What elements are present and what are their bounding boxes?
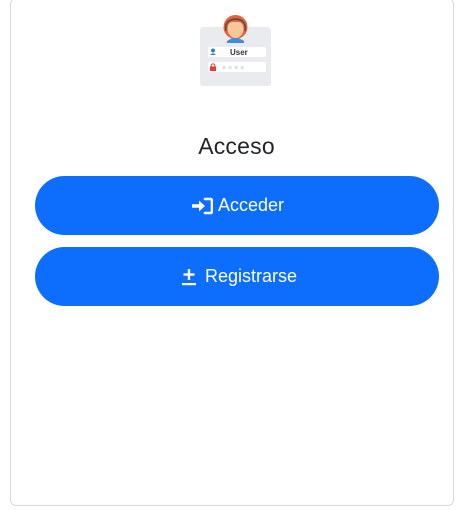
logo-user-text: User <box>230 48 248 57</box>
sign-in-icon <box>190 196 214 216</box>
login-button-label: Acceder <box>217 195 285 215</box>
login-button[interactable]: Acceder <box>35 176 439 235</box>
register-button[interactable]: Registrarse <box>35 247 439 306</box>
register-button-label: Registrarse <box>204 266 298 286</box>
page: User × × × × Acceso Acceder Registrarse <box>0 0 457 510</box>
plus-minus-icon <box>177 267 201 287</box>
user-login-illustration-icon: User × × × × <box>200 15 271 86</box>
logo-password-mask: × × × × <box>222 65 244 72</box>
page-title: Acceso <box>198 133 275 159</box>
